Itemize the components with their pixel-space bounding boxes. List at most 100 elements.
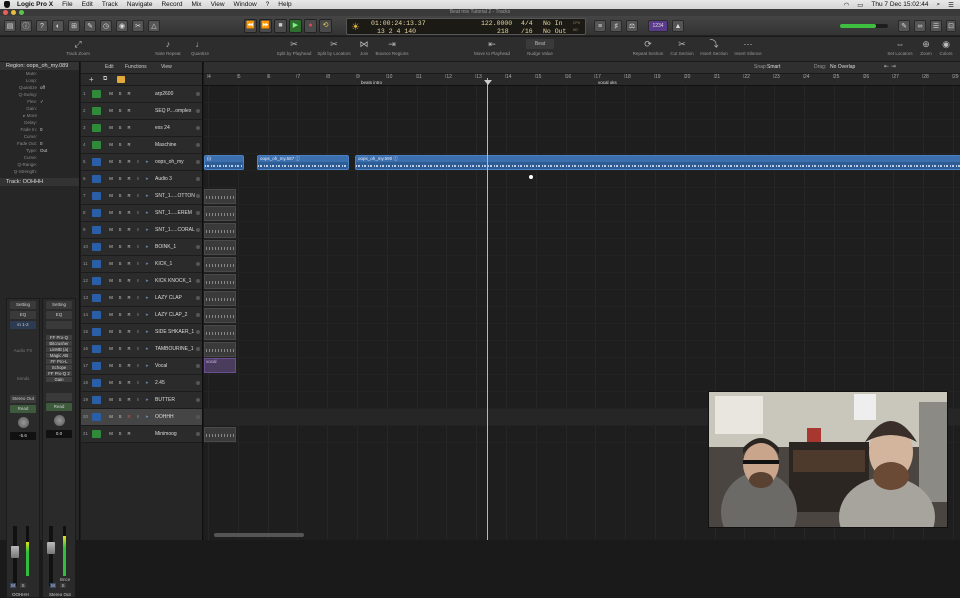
track-name[interactable]: TAMBOURINE_1 [155, 346, 194, 352]
menu-help[interactable]: Help [278, 1, 291, 8]
track-name[interactable]: Maschine [155, 142, 176, 148]
menu-clock[interactable]: Thu 7 Dec 15:02:44 [871, 1, 928, 8]
track-pan-knob[interactable] [196, 398, 200, 402]
global-tracks-icon[interactable]: ⧉ [103, 76, 107, 83]
track-icon[interactable] [92, 107, 101, 115]
track-lane[interactable] [204, 103, 960, 120]
output-slot-2[interactable] [46, 393, 72, 401]
editors-icon[interactable]: ✎ [84, 20, 96, 32]
volume-fader-track[interactable] [11, 526, 19, 586]
record-enable-toggle[interactable]: R [126, 346, 132, 352]
audio-fx-label[interactable]: Audio FX [10, 347, 36, 355]
input-monitor-toggle[interactable]: I [135, 363, 141, 369]
track-icon[interactable] [92, 396, 101, 404]
horizontal-scrollbar[interactable] [214, 533, 304, 537]
record-enable-toggle[interactable]: R [126, 295, 132, 301]
input-slot-2[interactable] [46, 321, 72, 329]
solo-toggle[interactable]: S [117, 227, 123, 233]
mute-toggle[interactable]: M [108, 244, 114, 250]
track-alternatives-icon[interactable]: ⫸ [144, 414, 150, 420]
menu-window[interactable]: Window [234, 1, 257, 8]
track-pan-knob[interactable] [196, 228, 200, 232]
mute-toggle[interactable]: M [108, 227, 114, 233]
mute-button-2[interactable]: M [50, 583, 56, 588]
track-pan-knob[interactable] [196, 92, 200, 96]
record-enable-toggle[interactable]: R [126, 380, 132, 386]
mute-toggle[interactable]: M [108, 159, 114, 165]
solo-toggle[interactable]: S [117, 295, 123, 301]
audio-region-stub[interactable] [204, 223, 236, 238]
record-enable-toggle[interactable]: R [126, 261, 132, 267]
record-enable-toggle[interactable]: R [126, 312, 132, 318]
input-monitor-toggle[interactable]: I [135, 397, 141, 403]
track-icon[interactable] [92, 158, 101, 166]
mute-toggle[interactable]: M [108, 295, 114, 301]
track-pan-knob[interactable] [196, 415, 200, 419]
track-header-row[interactable]: 6 M S R I ⫸ Audio 3 [81, 171, 202, 188]
track-pan-knob[interactable] [196, 143, 200, 147]
menu-track[interactable]: Track [102, 1, 118, 8]
drag-select[interactable]: No Overlap [830, 64, 855, 70]
solo-toggle[interactable]: S [117, 346, 123, 352]
solo-toggle[interactable]: S [117, 431, 123, 437]
mute-toggle[interactable]: M [108, 125, 114, 131]
fader-cap[interactable] [11, 546, 19, 558]
track-header-row[interactable]: 12 M S R I ⫸ KICK KNOCK_1 [81, 273, 202, 290]
track-lane[interactable] [204, 120, 960, 137]
track-header-row[interactable]: 19 M S R I ⫸ BUTTER [81, 392, 202, 409]
list-editor-icon[interactable]: ≡ [594, 20, 606, 32]
tool-split-playhead[interactable]: ✂ Split by Playhead [274, 39, 314, 56]
track-name[interactable]: LAZY CLAP [155, 295, 182, 301]
tool-nudge-value[interactable]: Beat Nudge Value [520, 39, 560, 56]
track-pan-knob[interactable] [196, 432, 200, 436]
record-enable-toggle[interactable]: R [126, 91, 132, 97]
inspector-param-row[interactable]: Fade In: 0 [0, 126, 79, 133]
bar-ruler[interactable] [204, 74, 960, 86]
inspector-param-row[interactable]: Q-Swing: [0, 91, 79, 98]
record-enable-toggle[interactable]: R [126, 210, 132, 216]
track-alternatives-icon[interactable]: ⫸ [144, 295, 150, 301]
solo-toggle[interactable]: S [117, 363, 123, 369]
track-edit-menu[interactable]: Edit [105, 64, 114, 70]
track-alternatives-icon[interactable]: ⫸ [144, 278, 150, 284]
setting-button[interactable]: Setting [10, 301, 36, 309]
track-header-row[interactable]: 15 M S R I ⫸ SIDE SHKAER_1 [81, 324, 202, 341]
track-header-row[interactable]: 2 M S R SEQ P....omplex [81, 103, 202, 120]
track-name[interactable]: 2.45 [155, 380, 165, 386]
tuner-icon[interactable]: ♯ [610, 20, 622, 32]
input-monitor-toggle[interactable]: I [135, 176, 141, 182]
track-icon[interactable] [92, 294, 101, 302]
solo-toggle[interactable]: S [117, 125, 123, 131]
track-pan-knob[interactable] [196, 279, 200, 283]
record-enable-toggle[interactable]: R [126, 278, 132, 284]
record-enable-toggle[interactable]: R [126, 414, 132, 420]
track-header-row[interactable]: 17 M S R I ⫸ Vocal [81, 358, 202, 375]
mute-toggle[interactable]: M [108, 193, 114, 199]
track-icon[interactable] [92, 379, 101, 387]
solo-toggle[interactable]: S [117, 91, 123, 97]
track-view-menu[interactable]: View [161, 64, 172, 70]
track-alternatives-icon[interactable]: ⫸ [144, 363, 150, 369]
inspector-param-row[interactable]: Fade Out: 0 [0, 140, 79, 147]
solo-toggle[interactable]: S [117, 329, 123, 335]
input-monitor-toggle[interactable]: I [135, 261, 141, 267]
zoom-icon[interactable] [19, 10, 24, 15]
track-icon[interactable] [92, 175, 101, 183]
inspector-param-row[interactable]: Quantize off [0, 84, 79, 91]
track-pan-knob[interactable] [196, 109, 200, 113]
solo-toggle[interactable]: S [117, 193, 123, 199]
automation-mode-2[interactable]: Read [46, 403, 72, 411]
solo-toggle[interactable]: S [117, 380, 123, 386]
track-lane[interactable] [204, 256, 960, 273]
minimize-icon[interactable] [11, 10, 16, 15]
track-name[interactable]: KICK_1 [155, 261, 172, 267]
solo-toggle[interactable]: S [117, 142, 123, 148]
track-lane[interactable] [204, 273, 960, 290]
inspector-param-row[interactable]: Gain: [0, 105, 79, 112]
track-pan-knob[interactable] [196, 296, 200, 300]
track-inspector-title[interactable]: Track: OOHHH [0, 178, 79, 186]
menu-navigate[interactable]: Navigate [127, 1, 153, 8]
track-header-row[interactable]: 8 M S R I ⫸ SNT_1.....EREM [81, 205, 202, 222]
inspector-param-row[interactable]: ▸ More [0, 112, 79, 119]
mute-toggle[interactable]: M [108, 431, 114, 437]
